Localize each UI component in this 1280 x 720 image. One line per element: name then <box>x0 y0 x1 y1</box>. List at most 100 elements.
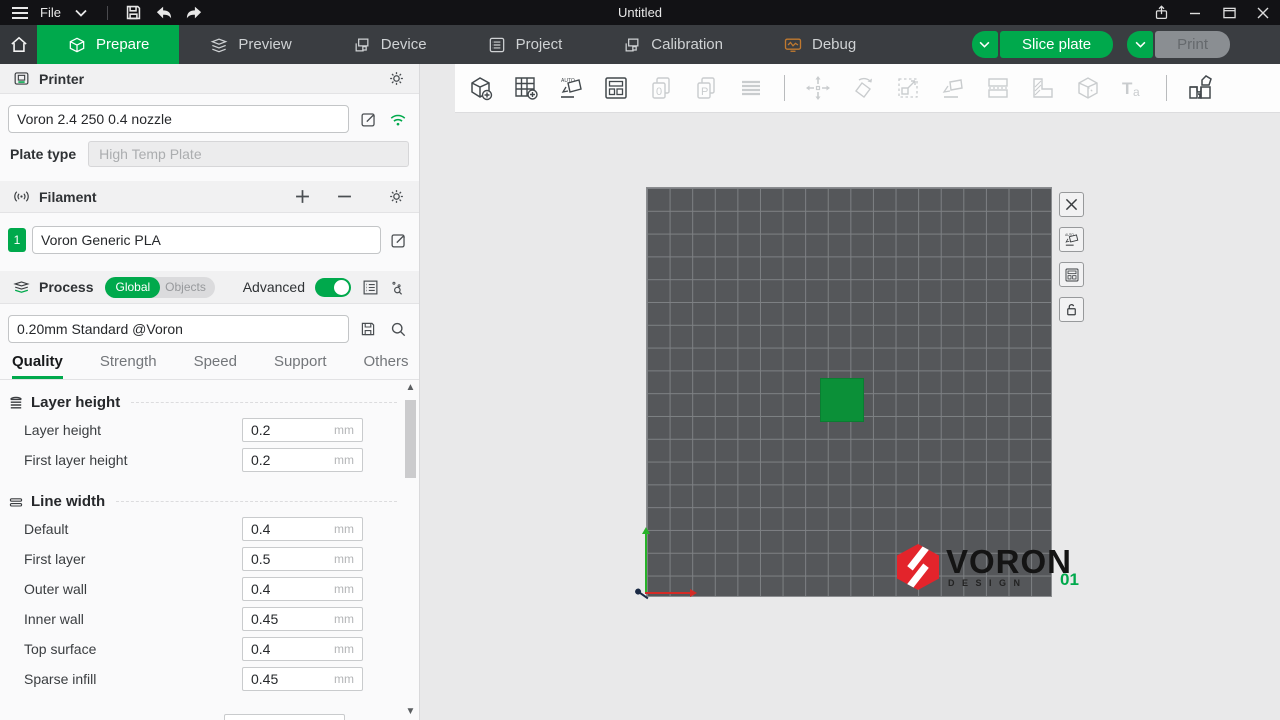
undo-icon[interactable] <box>154 4 174 22</box>
minimize-button[interactable] <box>1178 0 1212 25</box>
advanced-label: Advanced <box>243 279 305 295</box>
save-preset-icon[interactable] <box>357 318 379 340</box>
search-icon[interactable] <box>387 318 409 340</box>
filament-slot-badge[interactable]: 1 <box>8 228 26 252</box>
tab-quality[interactable]: Quality <box>12 353 63 379</box>
tab-calibration[interactable]: Calibration <box>592 25 753 64</box>
line-width-first-layer-input[interactable]: 0.5 mm <box>242 547 363 571</box>
scroll-down-arrow[interactable]: ▼ <box>403 704 418 720</box>
close-button[interactable] <box>1246 0 1280 25</box>
print-split-button: Print <box>1127 31 1230 58</box>
printer-preset-input[interactable] <box>8 105 349 133</box>
filament-icon <box>12 187 31 206</box>
tab-debug[interactable]: Debug <box>753 25 886 64</box>
debug-icon <box>783 35 803 55</box>
filament-preset-input[interactable] <box>32 226 381 254</box>
slice-plate-button[interactable]: Slice plate <box>1000 31 1113 58</box>
lock-plate-button[interactable] <box>1059 297 1084 322</box>
tab-support[interactable]: Support <box>274 353 327 379</box>
line-width-sparse-infill-input[interactable]: 0.45 mm <box>242 667 363 691</box>
plate-type-label: Plate type <box>8 146 76 162</box>
file-menu[interactable]: File <box>40 5 61 20</box>
scrollbar-thumb[interactable] <box>405 400 416 478</box>
process-preset-input[interactable] <box>8 315 349 343</box>
redo-icon[interactable] <box>184 4 204 22</box>
printer-settings-gear-icon[interactable] <box>385 68 407 90</box>
delete-plate-button[interactable] <box>1059 192 1084 217</box>
setting-row-top-surface: Top surface 0.4 mm <box>0 634 401 664</box>
arrange-plate-button[interactable] <box>1059 262 1084 287</box>
plate-number-label[interactable]: 01 <box>1060 570 1079 590</box>
move-icon <box>802 72 834 104</box>
tab-device[interactable]: Device <box>322 25 457 64</box>
home-button[interactable] <box>0 25 37 64</box>
window-titlebar: File Untitled <box>0 0 1280 25</box>
setting-row-partial <box>224 714 345 720</box>
print-dropdown-button[interactable] <box>1127 31 1153 58</box>
sidebar: Printer Plate type High Temp Plate Filam <box>0 64 420 720</box>
voron-hex-icon <box>895 543 941 591</box>
scroll-up-arrow[interactable]: ▲ <box>403 380 418 396</box>
tab-prepare-label: Prepare <box>96 36 149 53</box>
tab-prepare[interactable]: Prepare <box>37 25 179 64</box>
printer-edit-icon[interactable] <box>357 108 379 130</box>
svg-text:0: 0 <box>656 86 662 98</box>
svg-text:a: a <box>1133 85 1140 99</box>
setting-row-layer-height: Layer height 0.2 mm <box>0 415 401 445</box>
print-button[interactable]: Print <box>1155 31 1230 58</box>
arrange-icon[interactable] <box>600 72 632 104</box>
plate-type-select[interactable]: High Temp Plate <box>88 141 409 167</box>
scope-objects[interactable]: Objects <box>160 280 215 294</box>
tab-speed[interactable]: Speed <box>194 353 237 379</box>
slice-dropdown-button[interactable] <box>972 31 998 58</box>
build-plate[interactable]: VORON DESIGN <box>646 187 1052 597</box>
main-tabbar: Prepare Preview Device Project Calibrati… <box>0 25 1280 64</box>
model-cube[interactable] <box>821 379 863 421</box>
tab-preview[interactable]: Preview <box>179 25 321 64</box>
setting-row-outer-wall: Outer wall 0.4 mm <box>0 574 401 604</box>
split-icon <box>982 72 1014 104</box>
tab-project-label: Project <box>516 36 563 53</box>
copy-icon: 0 <box>645 72 677 104</box>
filament-section-header: Filament <box>0 181 419 213</box>
layer-height-input[interactable]: 0.2 mm <box>242 418 363 442</box>
advanced-toggle[interactable] <box>315 278 351 297</box>
viewport-3d[interactable]: AUTO 0 P <box>420 64 1280 720</box>
chevron-down-icon[interactable] <box>71 4 91 22</box>
tab-others[interactable]: Others <box>364 353 409 379</box>
text-tool-icon: Ta <box>1117 72 1149 104</box>
filament-settings-gear-icon[interactable] <box>385 186 407 208</box>
line-width-inner-wall-input[interactable]: 0.45 mm <box>242 607 363 631</box>
process-scope-toggle[interactable]: Global Objects <box>105 277 214 298</box>
sidebar-scrollbar[interactable]: ▲ ▼ <box>403 380 418 720</box>
tab-project[interactable]: Project <box>457 25 593 64</box>
setting-row-sparse-infill: Sparse infill 0.45 mm <box>0 664 401 694</box>
printer-section-header: Printer <box>0 64 419 94</box>
filament-edit-icon[interactable] <box>387 229 409 251</box>
add-filament-button[interactable] <box>291 186 313 208</box>
rotate-icon <box>847 72 879 104</box>
add-object-icon[interactable] <box>465 72 497 104</box>
settings-list-icon[interactable] <box>359 276 381 298</box>
first-layer-height-input[interactable]: 0.2 mm <box>242 448 363 472</box>
assembly-icon[interactable] <box>1184 72 1216 104</box>
share-icon[interactable] <box>1144 0 1178 25</box>
scale-icon <box>892 72 924 104</box>
remove-filament-button[interactable] <box>333 186 355 208</box>
tab-calibration-label: Calibration <box>651 36 723 53</box>
titlebar-divider <box>107 6 108 20</box>
maximize-button[interactable] <box>1212 0 1246 25</box>
line-width-outer-wall-input[interactable]: 0.4 mm <box>242 577 363 601</box>
tab-debug-label: Debug <box>812 36 856 53</box>
save-icon[interactable] <box>124 4 144 22</box>
add-plate-icon[interactable] <box>510 72 542 104</box>
tab-strength[interactable]: Strength <box>100 353 157 379</box>
line-width-default-input[interactable]: 0.4 mm <box>242 517 363 541</box>
hamburger-menu-icon[interactable] <box>10 4 30 22</box>
scope-global[interactable]: Global <box>105 277 160 298</box>
auto-orient-icon[interactable]: AUTO <box>555 72 587 104</box>
parameter-search-icon[interactable] <box>385 276 407 298</box>
line-width-top-surface-input[interactable]: 0.4 mm <box>242 637 363 661</box>
orient-plate-button[interactable]: AUTO <box>1059 227 1084 252</box>
voron-logo-subtitle: DESIGN <box>946 578 1072 588</box>
